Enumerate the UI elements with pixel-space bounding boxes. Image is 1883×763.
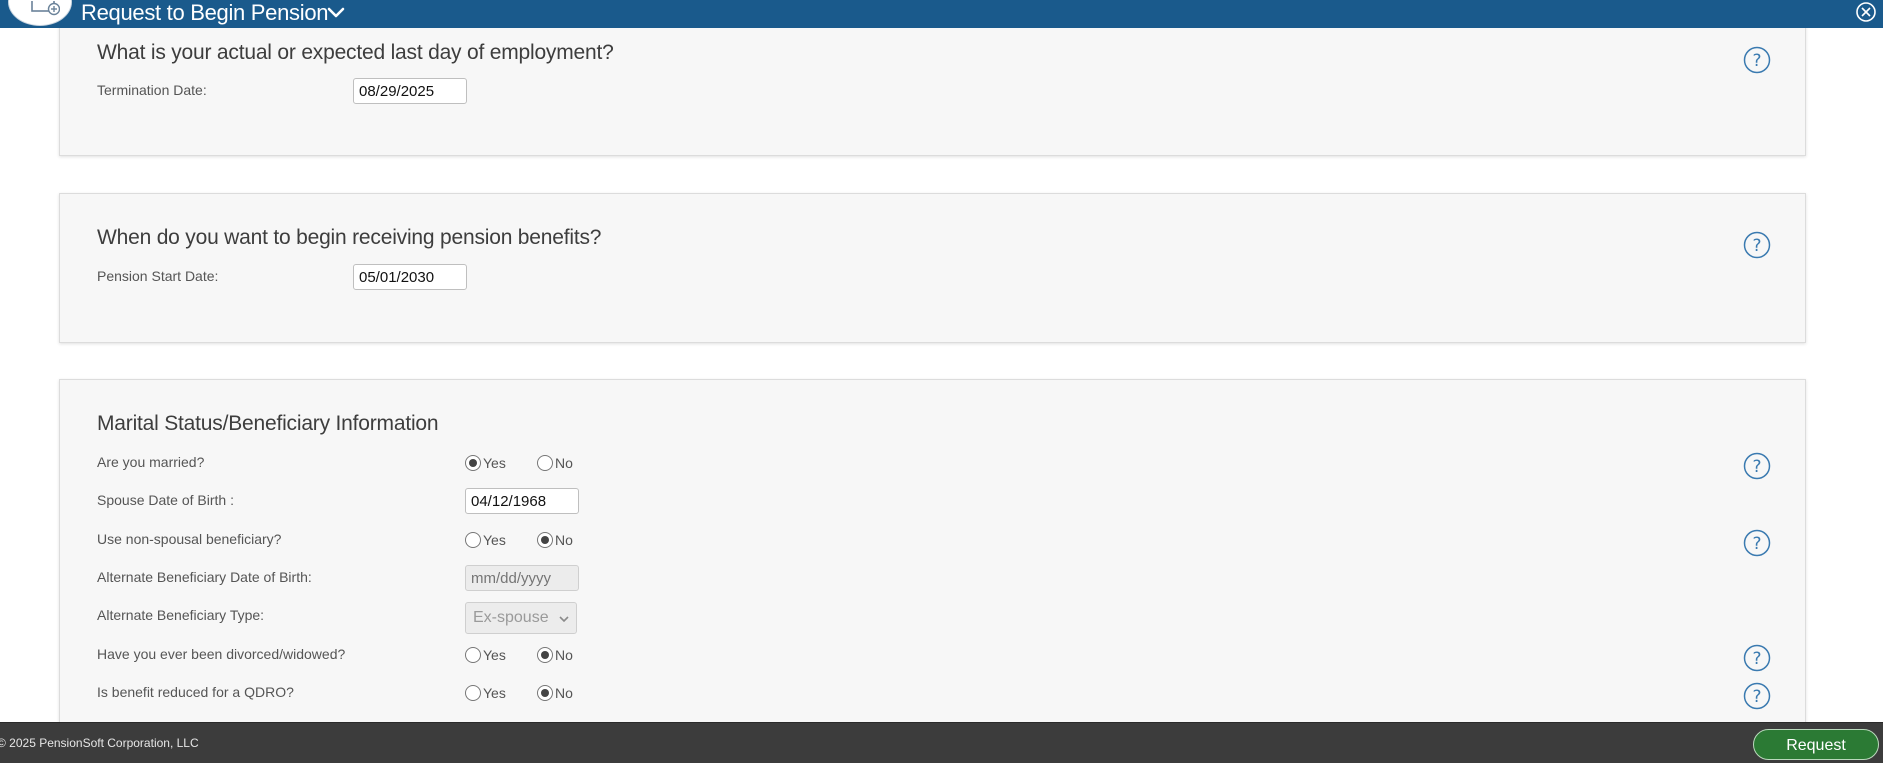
non-spousal-yes-option[interactable]: Yes [465,531,506,549]
radio-no-label: No [555,455,573,471]
pension-start-date-input[interactable] [353,264,467,290]
alt-dob-input[interactable] [465,565,579,591]
copyright-text: © 2025 PensionSoft Corporation, LLC [0,736,199,750]
chevron-down-icon [559,616,569,623]
marital-status-card: Marital Status/Beneficiary Information A… [59,379,1806,722]
help-question-icon[interactable]: ? [1743,529,1771,557]
married-no-radio[interactable] [537,455,553,471]
help-question-icon[interactable]: ? [1743,682,1771,710]
window-title: Request to Begin Pension [81,0,329,25]
spouse-dob-label: Spouse Date of Birth : [97,492,234,508]
termination-date-label: Termination Date: [97,82,207,98]
radio-no-label: No [555,532,573,548]
radio-no-label: No [555,685,573,701]
qdro-yes-option[interactable]: Yes [465,684,506,702]
alt-type-select[interactable]: Ex-spouse [465,602,577,634]
radio-yes-label: Yes [483,647,506,663]
marital-status-title: Marital Status/Beneficiary Information [97,412,439,435]
form-content[interactable]: What is your actual or expected last day… [0,28,1883,722]
divorced-no-option[interactable]: No [537,646,573,664]
married-yes-option[interactable]: Yes [465,454,506,472]
svg-text:?: ? [1752,534,1761,554]
svg-text:?: ? [1752,51,1761,71]
non-spousal-label: Use non-spousal beneficiary? [97,531,282,547]
married-label: Are you married? [97,454,205,470]
married-no-option[interactable]: No [537,454,573,472]
title-bar: Request to Begin Pension [0,0,1883,28]
radio-yes-label: Yes [483,532,506,548]
request-button[interactable]: Request [1753,729,1879,760]
chevron-down-icon[interactable] [326,4,346,22]
svg-text:?: ? [1752,649,1761,669]
help-question-icon[interactable]: ? [1743,452,1771,480]
non-spousal-yes-radio[interactable] [465,532,481,548]
pension-start-card: When do you want to begin receiving pens… [59,193,1806,343]
divorced-yes-radio[interactable] [465,647,481,663]
qdro-no-option[interactable]: No [537,684,573,702]
svg-text:?: ? [1752,457,1761,477]
employment-card: What is your actual or expected last day… [59,28,1806,156]
qdro-yes-radio[interactable] [465,685,481,701]
divorced-label: Have you ever been divorced/widowed? [97,646,346,662]
divorced-no-radio[interactable] [537,647,553,663]
document-add-icon [31,1,60,16]
divorced-yes-option[interactable]: Yes [465,646,506,664]
non-spousal-no-radio[interactable] [537,532,553,548]
alt-dob-label: Alternate Beneficiary Date of Birth: [97,569,312,585]
help-question-icon[interactable]: ? [1743,231,1771,259]
radio-no-label: No [555,647,573,663]
pension-start-date-label: Pension Start Date: [97,268,219,284]
qdro-label: Is benefit reduced for a QDRO? [97,684,294,700]
pension-start-title: When do you want to begin receiving pens… [97,226,602,249]
married-yes-radio[interactable] [465,455,481,471]
alt-type-label: Alternate Beneficiary Type: [97,607,265,623]
radio-yes-label: Yes [483,455,506,471]
svg-text:?: ? [1752,236,1761,256]
alt-type-selected-value: Ex-spouse [473,609,549,626]
help-question-icon[interactable]: ? [1743,46,1771,74]
close-icon[interactable] [1855,1,1877,23]
app-badge [8,0,72,26]
spouse-dob-input[interactable] [465,488,579,514]
employment-title: What is your actual or expected last day… [97,41,614,64]
footer-bar: © 2025 PensionSoft Corporation, LLC Requ… [0,722,1883,763]
radio-yes-label: Yes [483,685,506,701]
qdro-no-radio[interactable] [537,685,553,701]
svg-text:?: ? [1752,687,1761,707]
non-spousal-no-option[interactable]: No [537,531,573,549]
termination-date-input[interactable] [353,78,467,104]
help-question-icon[interactable]: ? [1743,644,1771,672]
